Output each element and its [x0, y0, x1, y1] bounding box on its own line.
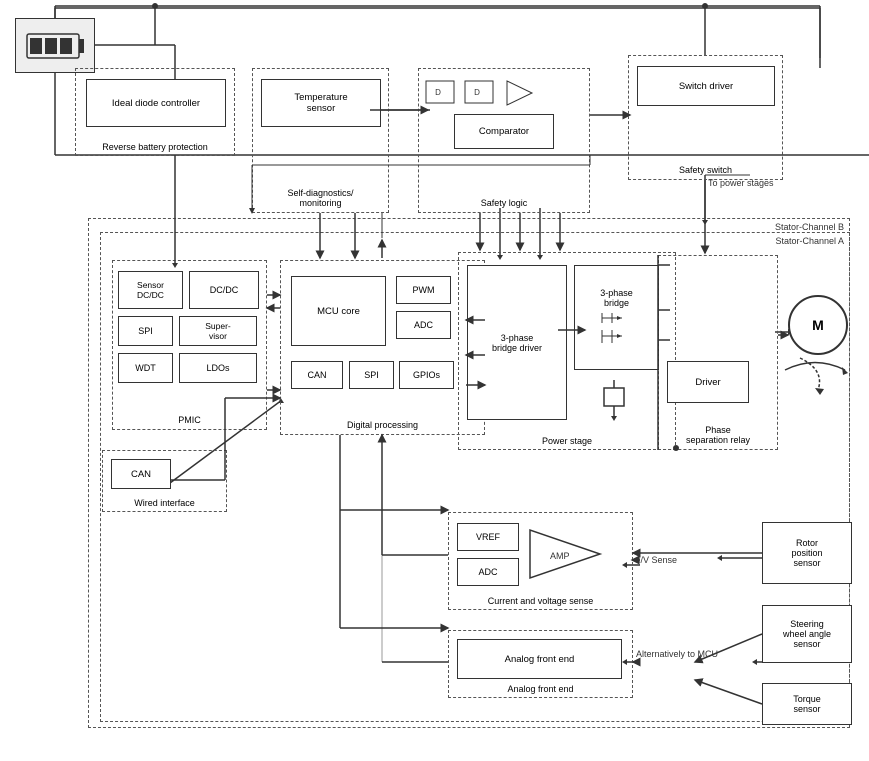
iv-sense-label: I/V Sense [638, 555, 677, 565]
battery-svg [25, 26, 85, 66]
safety-logic-label: Safety logic [481, 198, 528, 208]
sensor-dcdc-label: Sensor DC/DC [137, 280, 164, 300]
supervisor-block: Super- visor [179, 316, 257, 346]
spi2-label: SPI [364, 370, 379, 380]
wired-iface-outer: CAN Wired interface [102, 450, 227, 512]
bridge-driver-block: 3-phase bridge driver [467, 265, 567, 420]
can2-label: CAN [131, 469, 151, 480]
reverse-battery-block: Ideal diode controller Reverse battery p… [75, 68, 235, 156]
pwm-block: PWM [396, 276, 451, 304]
safety-logic-outer: D D Comparator Safety logic [418, 68, 590, 213]
adc1-block: ADC [396, 311, 451, 339]
wdt-block: WDT [118, 353, 173, 383]
driver-inner-block: Driver [667, 361, 749, 403]
phase-sep-label: Phase separation relay [663, 425, 773, 445]
digital-proc-outer: MCU core PWM ADC CAN SPI GPIOs Digital p… [280, 260, 485, 435]
ideal-diode-block: Ideal diode controller [86, 79, 226, 127]
temp-sensor-block: Temperature sensor [261, 79, 381, 127]
logic-gate-3 [502, 79, 537, 107]
gpios-label: GPIOs [413, 370, 440, 380]
analog-front-end-outer: Analog front end Analog front end [448, 630, 633, 698]
pmic-outer-block: Sensor DC/DC DC/DC SPI Super- visor WDT … [112, 260, 267, 430]
spi1-block: SPI [118, 316, 173, 346]
adc1-label: ADC [414, 320, 433, 330]
reverse-battery-label: Reverse battery protection [102, 142, 208, 152]
temp-sensor-label: Temperature sensor [294, 92, 347, 114]
stator-a-label: Stator-Channel A [775, 236, 844, 246]
current-voltage-outer: VREF ADC AMP Current and voltage sense [448, 512, 633, 610]
logic-gate-2: D [463, 79, 498, 107]
wired-iface-label: Wired interface [134, 498, 195, 508]
analog-front-end-label: Analog front end [507, 684, 573, 694]
supervisor-label: Super- visor [205, 321, 231, 341]
mosfet-symbol [592, 308, 642, 348]
amp-triangle: AMP [525, 525, 605, 583]
dcdc-label: DC/DC [210, 285, 239, 295]
rotor-sensor-block: Rotor position sensor [762, 522, 852, 584]
bridge-3phase-label: 3-phase bridge [600, 288, 633, 308]
motor-block: M [788, 295, 848, 355]
driver-label: Driver [695, 377, 720, 388]
analog-front-end-inner-label: Analog front end [505, 654, 575, 665]
logic-gate-1: D [424, 79, 459, 107]
power-stage-label: Power stage [542, 436, 592, 446]
can2-block: CAN [111, 459, 171, 489]
adc2-block: ADC [457, 558, 519, 586]
pwm-label: PWM [413, 285, 435, 295]
ldos-label: LDOs [206, 363, 229, 373]
digital-proc-label: Digital processing [347, 420, 418, 430]
mcu-core-label: MCU core [317, 306, 360, 317]
safety-switch-outer: Switch driver Safety switch [628, 55, 783, 180]
logic-gates-area: D D [424, 79, 537, 107]
analog-front-end-inner: Analog front end [457, 639, 622, 679]
steering-sensor-label: Steering wheel angle sensor [783, 619, 831, 649]
to-power-stages-label: To power stages [708, 178, 774, 188]
comparator-block: Comparator [454, 114, 554, 149]
bridge-3phase-block: 3-phase bridge [574, 265, 659, 370]
alt-mcu-label: Alternatively to MCU [636, 648, 718, 661]
shunt-symbol [594, 378, 634, 423]
current-voltage-label: Current and voltage sense [488, 596, 594, 606]
wdt-label: WDT [135, 363, 156, 373]
self-diag-label: Self-diagnostics/ monitoring [261, 188, 381, 208]
phase-sep-outer: Driver Phase separation relay [658, 255, 778, 450]
bridge-driver-label: 3-phase bridge driver [492, 333, 542, 353]
can1-block: CAN [291, 361, 343, 389]
switch-driver-label: Switch driver [679, 81, 733, 92]
dcdc-block: DC/DC [189, 271, 259, 309]
stator-b-label: Stator-Channel B [775, 222, 844, 232]
safety-switch-label: Safety switch [679, 165, 732, 175]
motor-arrows [775, 355, 855, 385]
diagram: Stator-Channel B Stator-Channel A Ideal … [0, 0, 869, 761]
vref-block: VREF [457, 523, 519, 551]
torque-sensor-label: Torque sensor [793, 694, 821, 714]
can1-label: CAN [307, 370, 326, 380]
ldos-block: LDOs [179, 353, 257, 383]
pmic-label: PMIC [178, 415, 201, 425]
steering-sensor-block: Steering wheel angle sensor [762, 605, 852, 663]
mcu-core-block: MCU core [291, 276, 386, 346]
battery-icon [15, 18, 95, 73]
ideal-diode-label: Ideal diode controller [112, 98, 200, 109]
shunt-area [589, 375, 639, 425]
comparator-label: Comparator [479, 126, 529, 137]
svg-text:AMP: AMP [550, 551, 570, 561]
spi1-label: SPI [138, 326, 153, 336]
gpios-block: GPIOs [399, 361, 454, 389]
svg-text:D: D [435, 88, 441, 97]
spi2-block: SPI [349, 361, 394, 389]
torque-sensor-block: Torque sensor [762, 683, 852, 725]
vref-label: VREF [476, 532, 500, 542]
svg-text:D: D [474, 88, 480, 97]
motor-label: M [812, 317, 824, 333]
adc2-label: ADC [478, 567, 497, 577]
sensor-dcdc-block: Sensor DC/DC [118, 271, 183, 309]
power-stage-outer: 3-phase bridge driver 3-phase bridge [458, 252, 676, 450]
self-diag-block: Temperature sensor Self-diagnostics/ mon… [252, 68, 389, 213]
switch-driver-block: Switch driver [637, 66, 775, 106]
rotor-sensor-label: Rotor position sensor [791, 538, 822, 568]
